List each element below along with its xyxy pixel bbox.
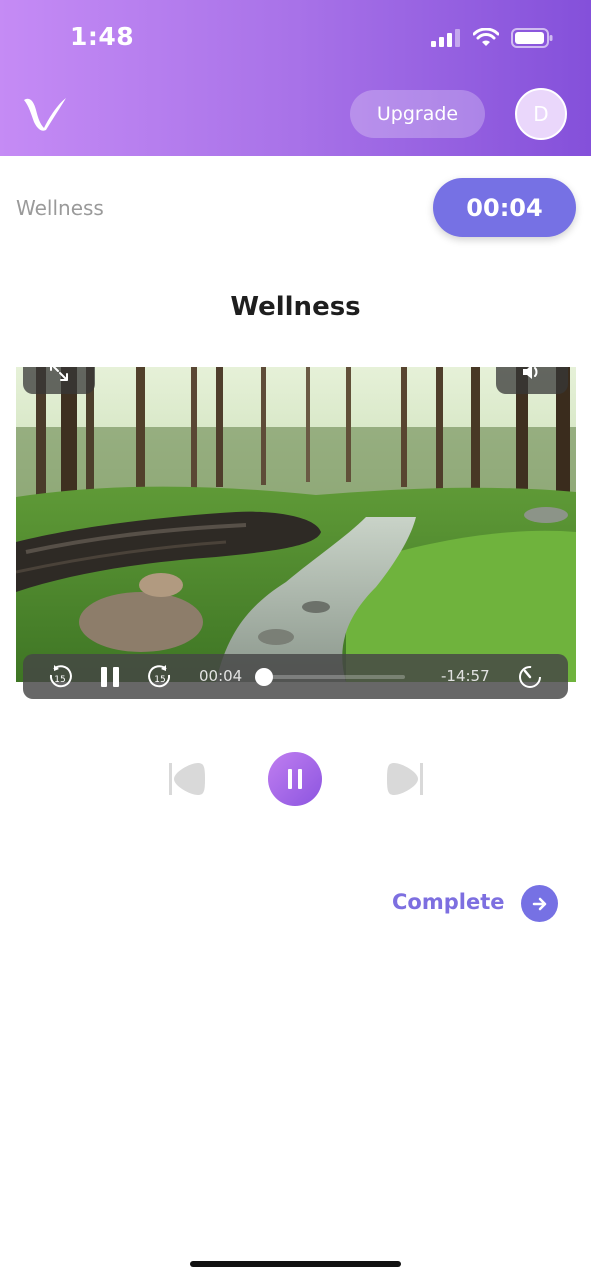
forest-stream-video-frame	[16, 367, 576, 682]
cellular-signal-icon	[431, 29, 460, 47]
progress-track[interactable]	[263, 675, 405, 679]
playback-speed-button[interactable]	[515, 654, 545, 699]
breadcrumb[interactable]: Wellness	[16, 196, 104, 220]
skip-forward-seconds: 15	[154, 675, 165, 685]
skip-next-icon	[387, 763, 423, 795]
home-indicator	[190, 1261, 401, 1267]
status-time: 1:48	[70, 22, 135, 51]
skip-back-button[interactable]: 15	[45, 654, 75, 699]
app-header: 1:48 Upgrade D	[0, 0, 591, 156]
forward-15-icon: 15	[148, 664, 171, 687]
progress-thumb[interactable]	[254, 668, 273, 686]
battery-icon	[511, 28, 553, 48]
skip-forward-button[interactable]: 15	[145, 654, 175, 699]
previous-track-button[interactable]	[168, 752, 208, 810]
expand-icon	[50, 367, 68, 381]
next-track-button[interactable]	[384, 752, 424, 810]
volume-button[interactable]	[496, 367, 568, 394]
speaker-icon	[523, 367, 538, 379]
avatar-initial: D	[533, 102, 549, 126]
fullscreen-button[interactable]	[23, 367, 95, 394]
upgrade-button[interactable]: Upgrade	[350, 90, 485, 138]
app-logo[interactable]	[22, 94, 68, 132]
video-pause-button[interactable]	[95, 654, 125, 699]
skip-previous-icon	[169, 763, 205, 795]
remaining-time: -14:57	[441, 667, 490, 685]
complete-button[interactable]	[521, 885, 558, 922]
replay-15-icon: 15	[49, 664, 72, 687]
pause-icon	[288, 769, 302, 789]
main-pause-button[interactable]	[268, 752, 322, 806]
arrow-right-icon	[532, 897, 546, 910]
skip-back-seconds: 15	[54, 675, 65, 685]
wifi-icon	[473, 28, 499, 46]
pause-icon	[101, 666, 119, 687]
current-time: 00:04	[199, 667, 243, 685]
video-controls: 15 15 00:04 -14:57	[23, 654, 568, 699]
video-player[interactable]	[16, 367, 576, 682]
status-icons	[431, 28, 553, 48]
complete-label[interactable]: Complete	[392, 890, 504, 914]
speed-icon	[519, 665, 541, 688]
page-title: Wellness	[230, 292, 361, 322]
avatar[interactable]: D	[515, 88, 567, 140]
session-timer: 00:04	[433, 178, 576, 237]
